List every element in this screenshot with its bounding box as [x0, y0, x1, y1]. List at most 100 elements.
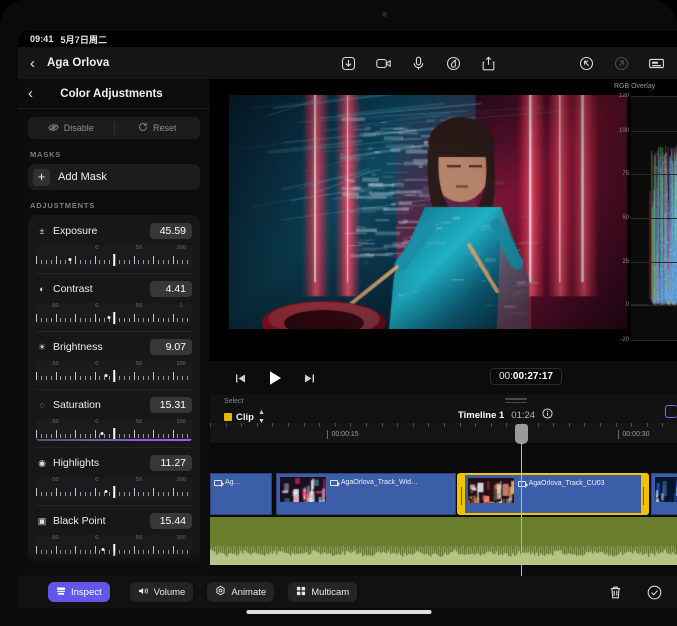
trash-icon[interactable]	[607, 584, 624, 601]
camera-icon	[382, 12, 387, 17]
bottom-button-volume[interactable]: Volume	[130, 582, 194, 602]
import-icon[interactable]	[340, 55, 357, 72]
keyboard-icon[interactable]	[648, 55, 665, 72]
select-value: Clip	[236, 412, 254, 423]
adjustment-value[interactable]: 11.27	[150, 455, 192, 471]
masks-section-label: MASKS	[30, 150, 210, 159]
inspector-title: Color Adjustments	[33, 88, 190, 100]
ruler-tick	[350, 423, 351, 427]
video-preview[interactable]	[229, 95, 627, 329]
scope-gridline	[631, 96, 677, 97]
ruler-tick	[335, 423, 336, 427]
drag-handle-icon[interactable]	[505, 398, 527, 403]
device-bezel	[0, 0, 677, 31]
timeline-track-area[interactable]: 00:00:1500:00:30 Ag…AgaOrlova_Track_Wid……	[210, 423, 677, 576]
adjustment-row-brightness[interactable]: ☀Brightness9.07-50050100	[28, 331, 200, 389]
adjustment-value[interactable]: 15.31	[150, 397, 192, 413]
bottom-button-label: Multicam	[311, 587, 349, 598]
bottom-button-multicam[interactable]: Multicam	[288, 582, 357, 602]
adjustment-row-contrast[interactable]: ◐Contrast4.41-500501	[28, 273, 200, 331]
scope-gridline	[631, 174, 677, 175]
redo-icon[interactable]	[613, 55, 630, 72]
adjustment-row-highlights[interactable]: ◉Highlights11.27-50050100	[28, 447, 200, 505]
slider-thumb[interactable]	[113, 486, 115, 498]
adjustment-slider[interactable]: -50050100	[36, 361, 192, 383]
adjustment-slider[interactable]: 050100	[36, 245, 192, 267]
info-circle-icon[interactable]	[542, 406, 553, 424]
saturation-icon: ◌	[36, 400, 48, 410]
clip-swatch-icon	[224, 413, 232, 421]
play-icon[interactable]	[265, 368, 285, 388]
timeline-clip[interactable]: AgaOrlova_Track_Wid…	[276, 473, 456, 515]
chevron-left-icon[interactable]: ‹	[30, 56, 35, 71]
magic-wand-icon[interactable]	[445, 55, 462, 72]
adjustment-label: Contrast	[53, 283, 150, 295]
adjustment-value[interactable]: 15.44	[150, 513, 192, 529]
adjustment-row-exposure[interactable]: ±Exposure45.59050100	[28, 215, 200, 273]
adjustment-slider[interactable]: -50050100	[36, 477, 192, 499]
adjustment-value[interactable]: 9.07	[150, 339, 192, 355]
timeline-ruler[interactable]: 00:00:1500:00:30	[210, 423, 677, 443]
black-point-icon: ▣	[36, 516, 48, 527]
timeline-duration: 01:24	[511, 410, 535, 421]
ruler-tick-label: 0	[95, 245, 98, 251]
inspector-header: ‹ Color Adjustments	[18, 79, 210, 109]
ruler-tick	[631, 423, 632, 427]
ruler-tick-label: 1	[180, 303, 183, 309]
bottom-toolbar-right	[607, 584, 663, 601]
bottom-button-label: Inspect	[71, 587, 102, 598]
status-date: 5月7日周二	[61, 33, 108, 46]
timecode-display[interactable]: 00:00:27:17	[490, 368, 562, 385]
ipad-device-frame: 09:41 5月7日周二 ‹ Aga Orlova	[0, 0, 677, 626]
check-circle-icon[interactable]	[646, 584, 663, 601]
add-mask-button[interactable]: + Add Mask	[28, 164, 200, 190]
slider-thumb[interactable]	[113, 370, 115, 382]
brightness-icon: ☀	[36, 342, 48, 353]
ruler-tick	[569, 423, 570, 427]
slider-thumb[interactable]	[113, 312, 115, 324]
playhead[interactable]	[521, 437, 522, 576]
microphone-icon[interactable]	[410, 55, 427, 72]
adjustment-slider[interactable]: -50050100	[36, 419, 192, 441]
share-icon[interactable]	[480, 55, 497, 72]
adjustment-value[interactable]: 4.41	[150, 281, 192, 297]
ruler-tick	[319, 423, 320, 427]
top-toolbar-right	[578, 47, 665, 79]
adjustment-row-saturation[interactable]: ◌Saturation15.31-50050100	[28, 389, 200, 447]
playhead-handle[interactable]	[515, 424, 528, 444]
bottom-button-inspect[interactable]: Inspect	[48, 582, 110, 602]
adjustments-list: ±Exposure45.59050100◐Contrast4.41-500501…	[28, 215, 200, 563]
video-viewer: RGB Overlay 1201007550250-20	[210, 79, 677, 361]
clip-trim-handle-left[interactable]	[459, 475, 465, 513]
ruler-tick-label: 0	[95, 535, 98, 541]
ruler-tick-label: 100	[176, 245, 185, 251]
page-title: Aga Orlova	[47, 57, 109, 69]
disable-button[interactable]: Disable	[28, 117, 114, 139]
adjustment-value[interactable]: 45.59	[150, 223, 192, 239]
undo-icon[interactable]	[578, 55, 595, 72]
bottom-button-animate[interactable]: Animate	[207, 582, 274, 602]
reset-button[interactable]: Reset	[115, 117, 201, 139]
audio-track[interactable]	[210, 517, 677, 565]
adjustment-slider[interactable]: -500501	[36, 303, 192, 325]
slider-thumb[interactable]	[113, 254, 115, 266]
timeline-clip[interactable]: A…	[651, 473, 677, 515]
video-clip-icon	[518, 481, 526, 487]
skip-to-end-icon[interactable]	[301, 370, 318, 387]
skip-to-start-icon[interactable]	[232, 370, 249, 387]
slider-default-marker	[105, 490, 108, 493]
video-camera-icon[interactable]	[375, 55, 392, 72]
adjustments-section-label: ADJUSTMENTS	[30, 201, 210, 210]
panel-toggle-icon[interactable]	[665, 405, 677, 418]
ruler-tick	[366, 423, 367, 427]
ruler-tick	[616, 423, 617, 427]
clip-thumbnail	[280, 477, 326, 502]
timeline-clip[interactable]: Ag…	[210, 473, 272, 515]
clip-trim-handle-right[interactable]	[641, 475, 647, 513]
timeline-clip[interactable]: AgaOrlova_Track_CU03	[457, 473, 649, 515]
ruler-tick-label: 0	[95, 477, 98, 483]
ruler-tick-label: -50	[51, 361, 59, 367]
disable-reset-group: Disable Reset	[28, 117, 200, 139]
eye-slash-icon	[48, 123, 59, 134]
ruler-tick-label: 0	[95, 419, 98, 425]
